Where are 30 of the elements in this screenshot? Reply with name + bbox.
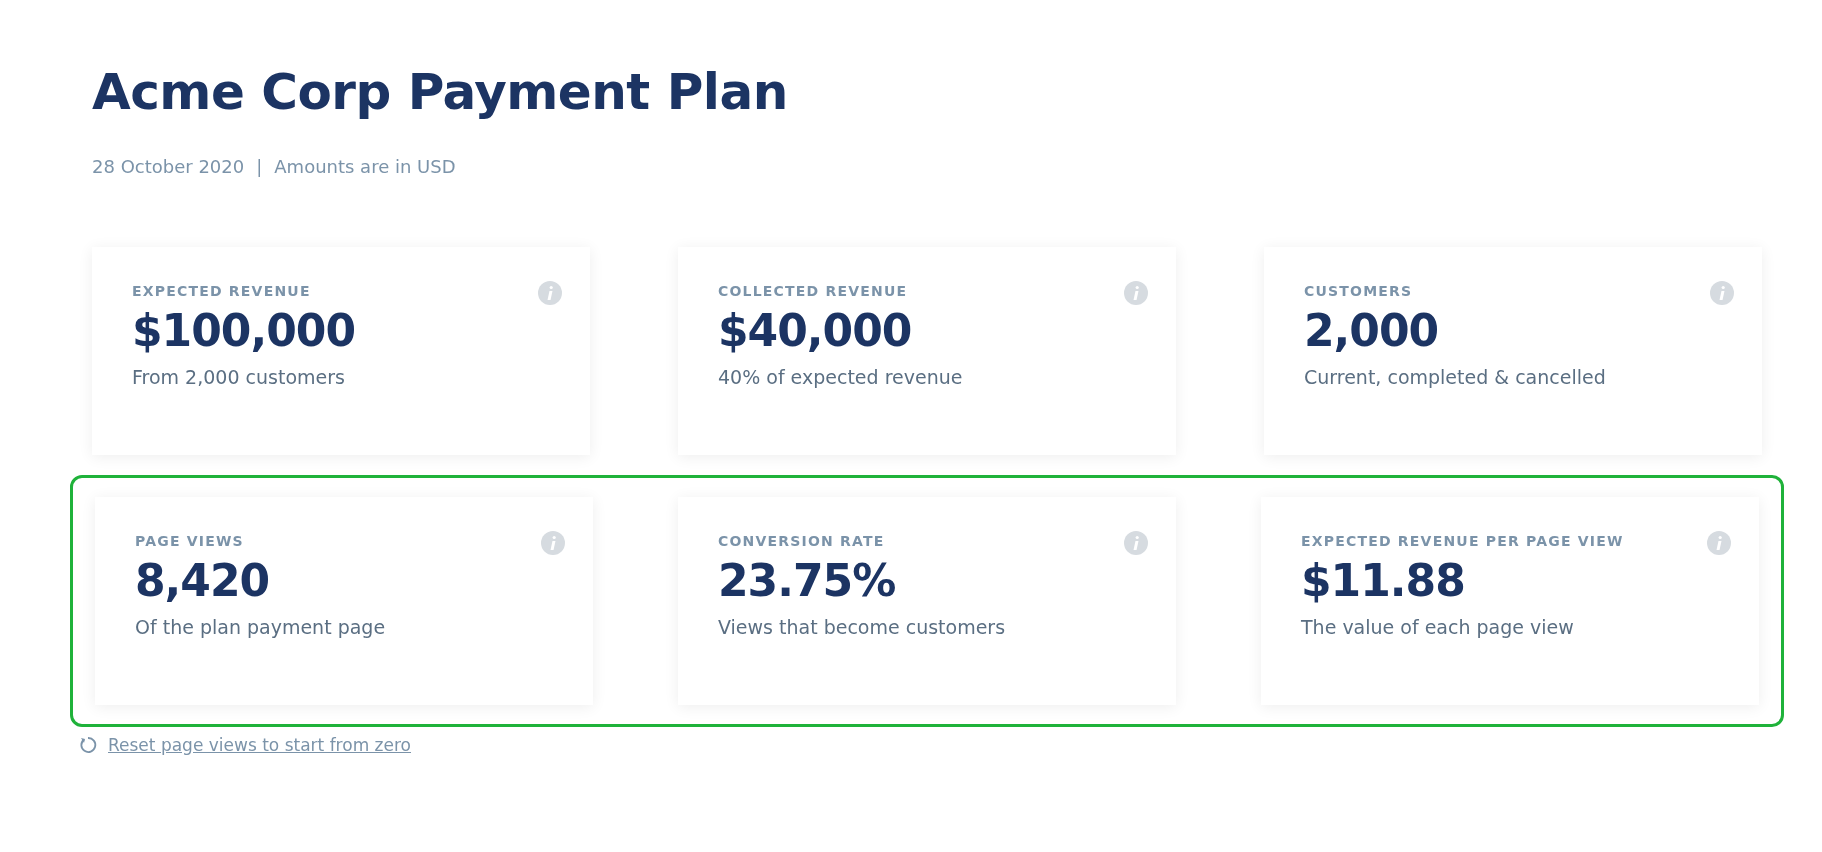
metric-label: COLLECTED REVENUE xyxy=(718,283,909,299)
metric-caption: Current, completed & cancelled xyxy=(1304,366,1607,388)
reset-link[interactable]: Reset page views to start from zero xyxy=(108,735,411,755)
metric-value: $11.88 xyxy=(1301,555,1466,606)
info-icon[interactable] xyxy=(1707,531,1731,555)
metric-value: 2,000 xyxy=(1304,305,1440,356)
metric-value: $40,000 xyxy=(718,305,913,356)
reset-icon[interactable] xyxy=(78,735,98,755)
metric-label: CONVERSION RATE xyxy=(718,533,886,549)
metric-label: EXPECTED REVENUE PER PAGE VIEW xyxy=(1301,533,1625,549)
metric-label: PAGE VIEWS xyxy=(135,533,245,549)
info-icon[interactable] xyxy=(1124,281,1148,305)
page-title: Acme Corp Payment Plan xyxy=(92,62,789,122)
metric-value: 23.75% xyxy=(718,555,897,606)
info-icon[interactable] xyxy=(538,281,562,305)
metric-caption: From 2,000 customers xyxy=(132,366,346,388)
info-icon[interactable] xyxy=(1710,281,1734,305)
metric-value: $100,000 xyxy=(132,305,357,356)
metric-caption: Of the plan payment page xyxy=(135,616,387,638)
info-icon[interactable] xyxy=(1124,531,1148,555)
currency-note: Amounts are in USD xyxy=(274,156,456,177)
metric-caption: The value of each page view xyxy=(1301,616,1575,638)
metric-label: CUSTOMERS xyxy=(1304,283,1414,299)
metric-caption: 40% of expected revenue xyxy=(718,366,964,388)
metric-value: 8,420 xyxy=(135,555,271,606)
separator: | xyxy=(256,156,263,177)
metric-label: EXPECTED REVENUE xyxy=(132,283,312,299)
info-icon[interactable] xyxy=(541,531,565,555)
report-date: 28 October 2020 xyxy=(92,156,245,177)
metric-caption: Views that become customers xyxy=(718,616,1007,638)
